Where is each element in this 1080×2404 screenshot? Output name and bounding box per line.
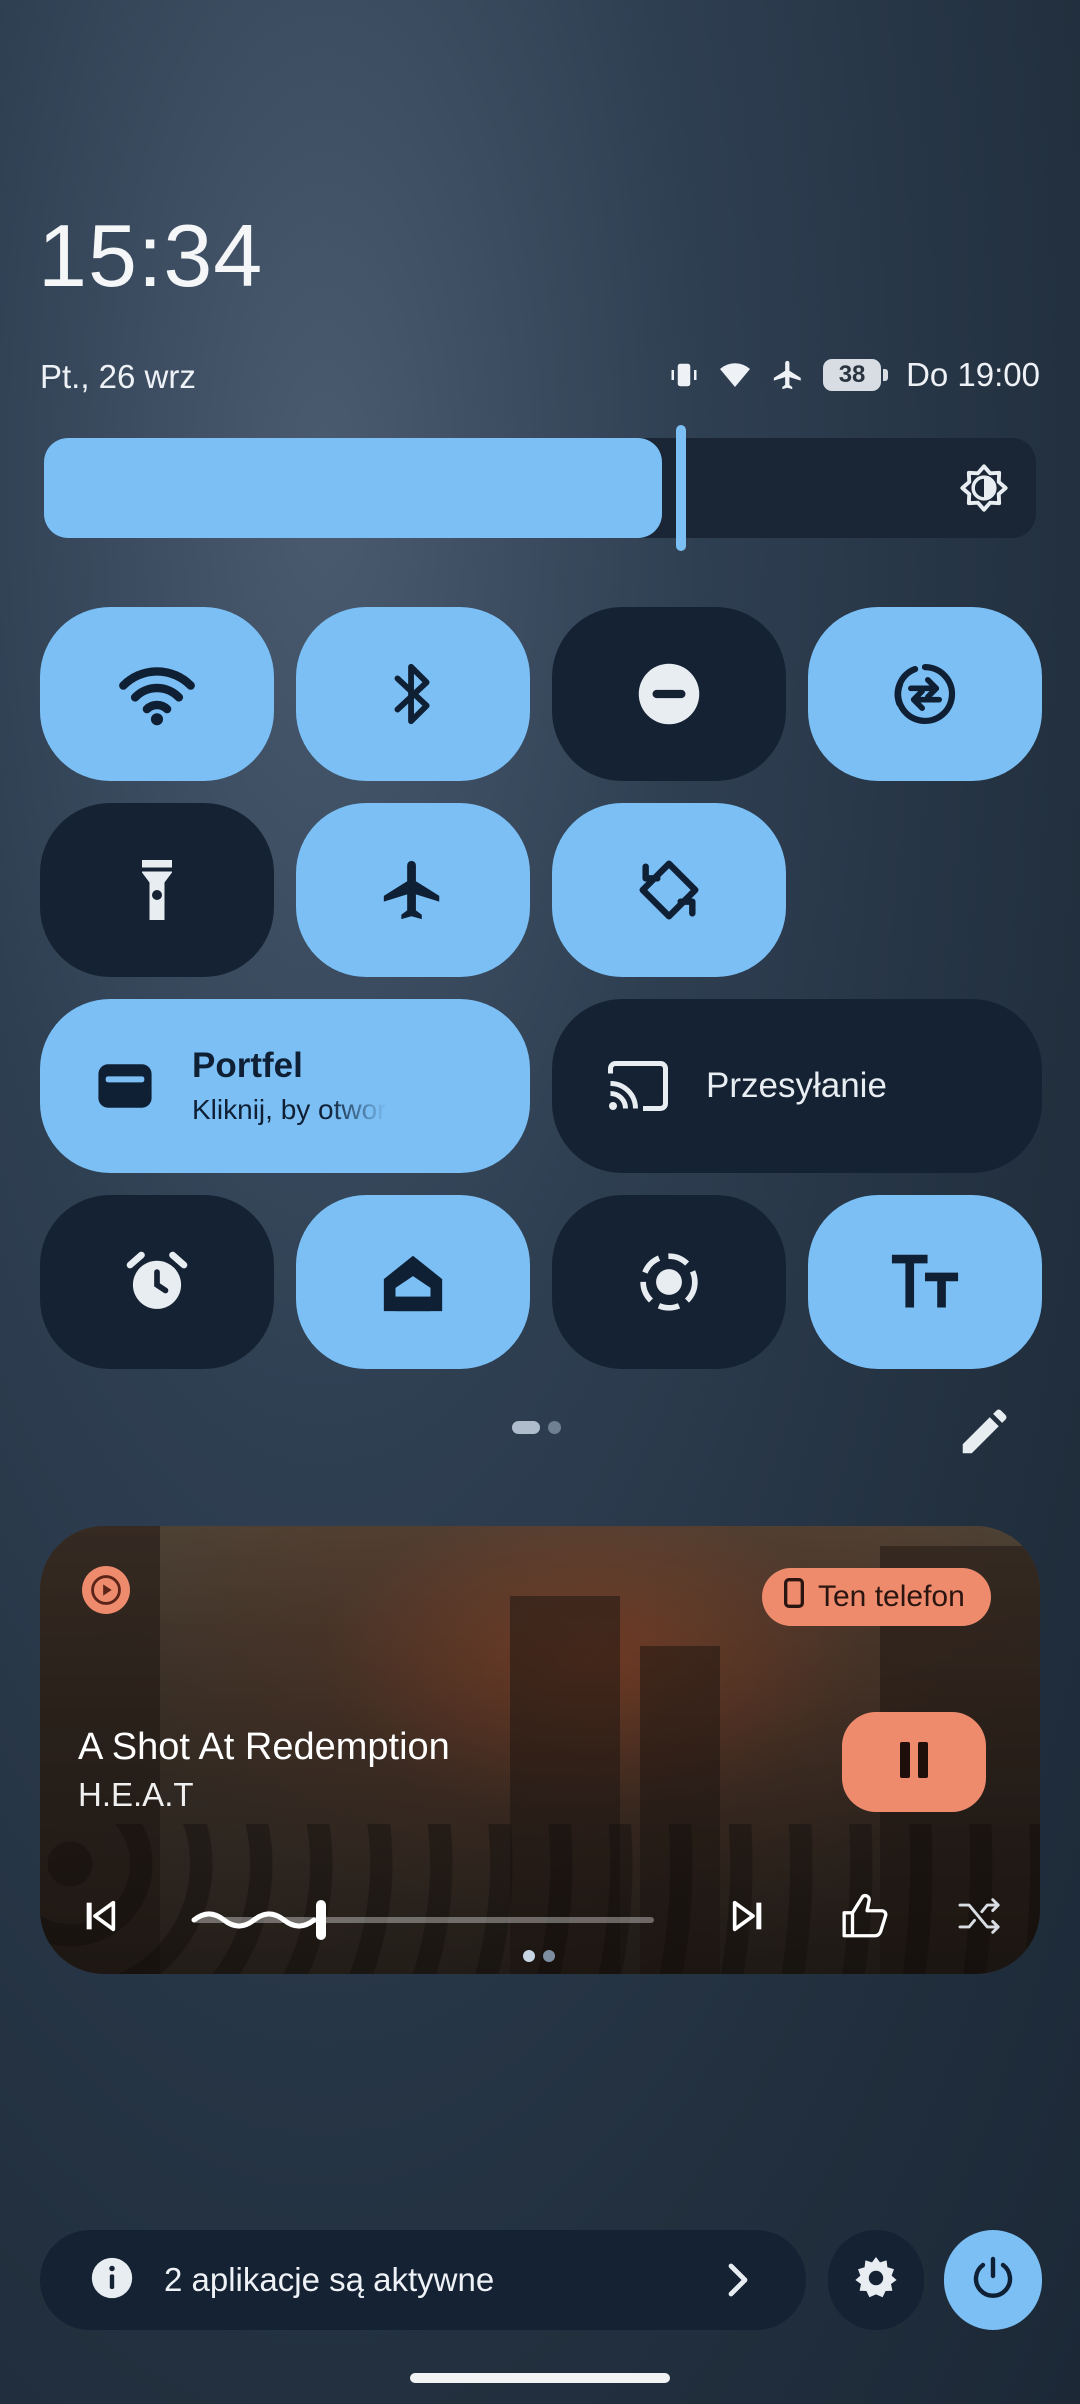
info-icon [90, 2256, 134, 2305]
wifi-icon [116, 662, 198, 726]
tile-wifi[interactable] [40, 607, 274, 781]
page-dot [548, 1421, 561, 1434]
tile-font-size[interactable] [808, 1195, 1042, 1369]
brightness-auto-icon [958, 462, 1010, 514]
cast-icon [608, 1061, 668, 1111]
active-apps-button[interactable]: 2 aplikacje są aktywne [40, 2230, 806, 2330]
chevron-right-icon [722, 2262, 752, 2303]
thumbs-up-icon [840, 1893, 890, 1946]
previous-track-button[interactable] [80, 1896, 120, 1941]
skip-previous-icon [80, 1900, 120, 1940]
alarm-icon [123, 1248, 191, 1316]
artist-name: H.E.A.T [78, 1776, 194, 1813]
wifi-icon [717, 360, 753, 390]
power-icon [969, 2254, 1017, 2307]
settings-button[interactable] [828, 2230, 924, 2330]
page-dot-active [512, 1421, 540, 1434]
font-size-icon [889, 1254, 961, 1310]
tile-bluetooth[interactable] [296, 607, 530, 781]
date-label[interactable]: Pt., 26 wrz [40, 358, 196, 396]
active-apps-label: 2 aplikacje są aktywne [164, 2261, 495, 2298]
output-device-label: Ten telefon [818, 1580, 965, 1613]
brightness-slider-thumb[interactable] [676, 425, 686, 551]
skip-next-icon [728, 1900, 768, 1940]
tile-do-not-disturb[interactable] [552, 607, 786, 781]
media-page-indicator [523, 1950, 555, 1962]
do-not-disturb-icon [636, 661, 702, 727]
next-track-button[interactable] [728, 1896, 768, 1941]
vibrate-icon [669, 360, 699, 390]
seek-bar-thumb[interactable] [316, 1900, 326, 1940]
tile-home[interactable] [296, 1195, 530, 1369]
gear-icon [852, 2254, 900, 2307]
battery-level: 38 [823, 359, 882, 391]
home-icon [378, 1249, 448, 1315]
tile-wallet[interactable]: Portfel Kliknij, by otworzyć [40, 999, 530, 1173]
airplane-icon [771, 358, 805, 392]
media-page-dot [543, 1950, 555, 1962]
thumbs-up-button[interactable] [840, 1892, 890, 1947]
music-app-icon[interactable] [82, 1566, 130, 1614]
data-saver-icon [891, 660, 959, 728]
screen-record-icon [638, 1251, 700, 1313]
brightness-slider-fill[interactable] [44, 438, 662, 538]
tile-auto-rotate[interactable] [552, 803, 786, 977]
edit-icon[interactable] [956, 1406, 1010, 1465]
tile-data-saver[interactable] [808, 607, 1042, 781]
media-page-dot-active [523, 1950, 535, 1962]
status-bar[interactable]: 38 Do 19:00 [669, 356, 1040, 394]
qs-page-indicator [512, 1421, 561, 1434]
wallet-icon [96, 1061, 154, 1111]
wallet-subtitle: Kliknij, by otworzyć [192, 1094, 387, 1125]
shuffle-icon [958, 1898, 1002, 1940]
pause-icon [897, 1741, 931, 1783]
shuffle-button[interactable] [958, 1896, 1002, 1941]
tile-cast[interactable]: Przesyłanie [552, 999, 1042, 1173]
tile-screen-record[interactable] [552, 1195, 786, 1369]
tile-alarm[interactable] [40, 1195, 274, 1369]
bluetooth-icon [389, 659, 437, 729]
home-indicator[interactable] [410, 2373, 670, 2383]
tile-flashlight[interactable] [40, 803, 274, 977]
airplane-icon [378, 855, 448, 925]
cast-title: Przesyłanie [706, 1066, 887, 1105]
media-player-card[interactable]: Ten telefon A Shot At Redemption H.E.A.T [40, 1526, 1040, 1974]
flashlight-icon [137, 857, 177, 923]
phone-icon [784, 1578, 804, 1616]
tile-airplane[interactable] [296, 803, 530, 977]
auto-rotate-icon [634, 855, 704, 925]
power-button[interactable] [944, 2230, 1042, 2330]
battery-icon: 38 [823, 359, 889, 391]
output-device-chip[interactable]: Ten telefon [762, 1568, 991, 1626]
clock[interactable]: 15:34 [38, 205, 263, 307]
seek-bar-progress [190, 1902, 320, 1943]
battery-time-label: Do 19:00 [906, 356, 1040, 393]
pause-button[interactable] [842, 1712, 986, 1812]
wallet-title: Portfel [192, 1046, 303, 1085]
song-title: A Shot At Redemption [78, 1726, 450, 1768]
